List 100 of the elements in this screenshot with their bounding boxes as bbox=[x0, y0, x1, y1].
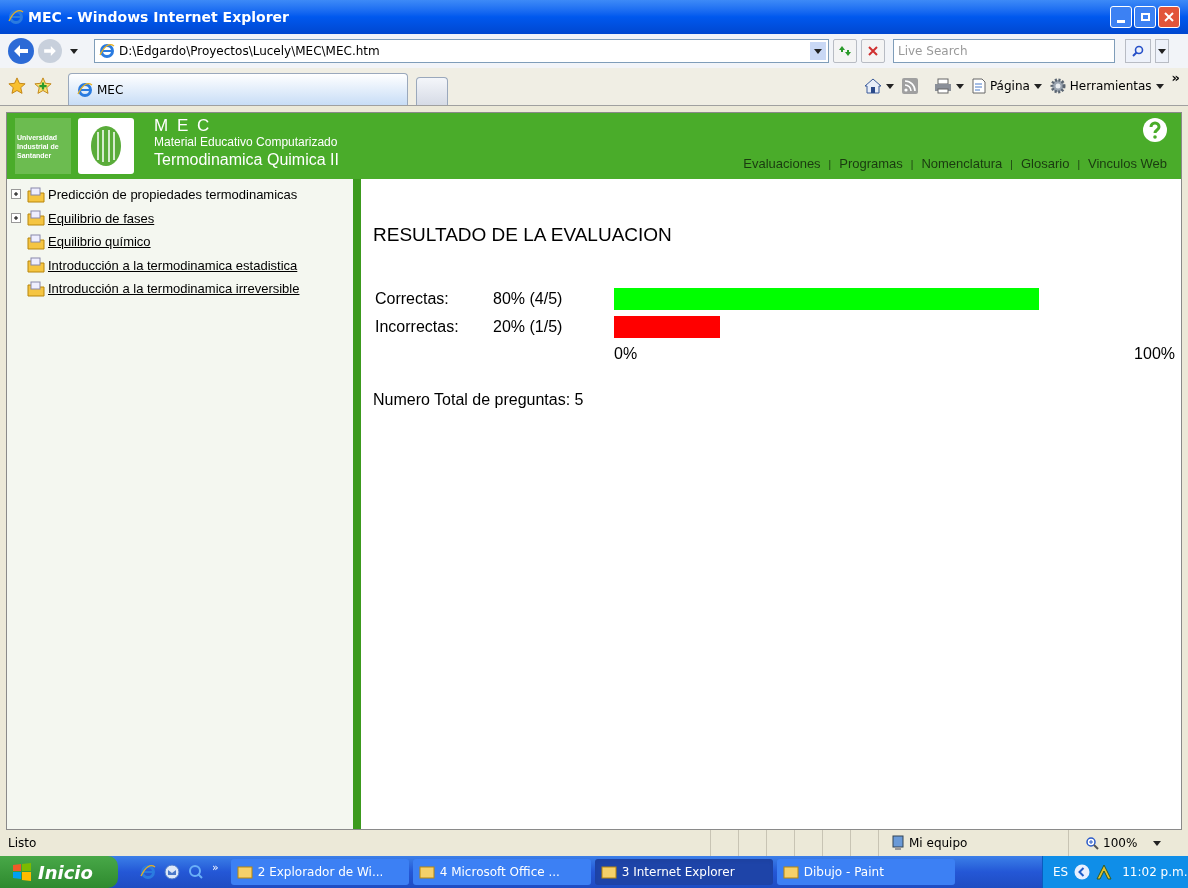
chevron-left-icon[interactable] bbox=[1074, 864, 1091, 880]
uis-logo bbox=[78, 118, 134, 174]
print-button[interactable] bbox=[933, 78, 964, 94]
nav-link[interactable]: Nomenclatura bbox=[921, 153, 1003, 173]
window-icon bbox=[600, 865, 617, 879]
nav-separator: | bbox=[1077, 158, 1080, 173]
expand-icon[interactable] bbox=[11, 189, 22, 201]
quick-launch-more[interactable]: » bbox=[212, 860, 219, 877]
add-favorite-icon[interactable] bbox=[34, 77, 52, 95]
nav-separator: | bbox=[1010, 158, 1013, 173]
taskbar-button[interactable]: 4 Microsoft Office ... bbox=[412, 859, 591, 885]
book-folder-icon bbox=[27, 257, 45, 274]
back-button[interactable] bbox=[8, 38, 34, 64]
caret-icon bbox=[814, 48, 822, 54]
course-title: Termodinamica Quimica II bbox=[154, 150, 339, 170]
book-folder-icon bbox=[27, 280, 45, 297]
back-arrow-icon bbox=[14, 45, 28, 57]
page-icon bbox=[99, 43, 115, 59]
status-text: Listo bbox=[8, 835, 37, 852]
taskbar-button[interactable]: 3 Internet Explorer bbox=[594, 859, 773, 885]
tree-item[interactable]: Equilibrio de fases bbox=[11, 208, 353, 228]
taskbar-button[interactable]: Dibujo - Paint bbox=[776, 859, 955, 885]
computer-icon bbox=[891, 835, 905, 851]
total-questions: Numero Total de preguntas: 5 bbox=[373, 389, 585, 410]
gear-icon bbox=[1049, 78, 1066, 94]
nav-link[interactable]: Programas bbox=[839, 153, 903, 173]
windows-logo-icon bbox=[12, 863, 32, 881]
caret-icon bbox=[1033, 83, 1042, 89]
search-icon[interactable] bbox=[188, 864, 204, 880]
clock: 11:02 p.m. bbox=[1122, 864, 1188, 881]
zoom-icon bbox=[1085, 836, 1099, 850]
nav-link[interactable]: Evaluaciones bbox=[743, 153, 821, 173]
tree-item[interactable]: Introducción a la termodinamica estadistica bbox=[11, 255, 353, 275]
tools-menu-button[interactable]: Herramientas bbox=[1049, 77, 1164, 95]
scale-max-label: 100% bbox=[1134, 343, 1175, 364]
printer-icon bbox=[933, 78, 952, 94]
result-value: 20% (1/5) bbox=[493, 316, 564, 337]
close-button[interactable] bbox=[1158, 6, 1180, 28]
nav-link[interactable]: Vinculos Web bbox=[1088, 153, 1167, 173]
page-icon bbox=[971, 78, 986, 94]
search-button[interactable] bbox=[1125, 39, 1151, 63]
caret-icon bbox=[1155, 83, 1164, 89]
tray-app-icon[interactable] bbox=[1096, 864, 1113, 880]
caret-icon bbox=[70, 48, 78, 54]
window-title: MEC - Windows Internet Explorer bbox=[28, 7, 289, 27]
caret-icon bbox=[955, 83, 964, 89]
tree-item[interactable]: Equilibrio químico bbox=[11, 232, 353, 252]
window-icon bbox=[236, 865, 253, 879]
refresh-icon bbox=[838, 45, 852, 57]
window-icon bbox=[782, 865, 799, 879]
search-field[interactable]: Live Search bbox=[893, 39, 1115, 63]
help-icon[interactable] bbox=[1143, 118, 1167, 142]
favorites-star-icon[interactable] bbox=[8, 77, 26, 95]
forward-arrow-icon bbox=[44, 46, 56, 56]
page-icon bbox=[77, 81, 93, 98]
caret-icon bbox=[1158, 48, 1166, 54]
scale-min-label: 0% bbox=[614, 343, 638, 364]
feed-icon[interactable] bbox=[901, 78, 918, 94]
result-label: Correctas: bbox=[374, 288, 450, 309]
search-options-button[interactable] bbox=[1155, 39, 1169, 63]
result-label: Incorrectas: bbox=[374, 316, 460, 337]
book-folder-icon bbox=[27, 210, 45, 227]
minimize-button[interactable] bbox=[1110, 6, 1132, 28]
browser-tab[interactable]: MEC bbox=[68, 73, 408, 105]
book-folder-icon bbox=[27, 186, 45, 203]
address-field[interactable]: D:\Edgardo\Proyectos\Lucely\MEC\MEC.htm bbox=[94, 39, 829, 63]
result-title: RESULTADO DE LA EVALUACION bbox=[373, 223, 673, 247]
nav-separator: | bbox=[828, 158, 832, 173]
expand-icon[interactable] bbox=[11, 212, 22, 224]
page-menu-button[interactable]: Página bbox=[971, 77, 1042, 95]
stop-button[interactable] bbox=[861, 39, 885, 63]
browser-icon bbox=[8, 9, 24, 25]
book-folder-icon bbox=[27, 233, 45, 250]
window-icon bbox=[418, 865, 435, 879]
nav-separator: | bbox=[910, 158, 914, 173]
home-button[interactable] bbox=[863, 78, 894, 94]
restore-button[interactable] bbox=[1134, 6, 1156, 28]
home-icon bbox=[863, 78, 882, 94]
zone-text: Mi equipo bbox=[909, 835, 968, 852]
caret-icon bbox=[1153, 840, 1162, 846]
browser-icon bbox=[140, 864, 156, 880]
nav-link[interactable]: Glosario bbox=[1020, 153, 1070, 173]
tree-item[interactable]: Introducción a la termodinamica irreversible bbox=[11, 279, 353, 299]
tree-item[interactable]: Predicción de propiedades termodinamicas bbox=[11, 185, 353, 205]
more-commands-button[interactable]: » bbox=[1171, 68, 1180, 88]
result-value: 80% (4/5) bbox=[493, 288, 564, 309]
email-icon[interactable] bbox=[164, 864, 180, 880]
minimize-icon bbox=[1117, 20, 1125, 23]
restore-icon bbox=[1140, 13, 1150, 21]
taskbar-button[interactable]: 2 Explorador de Wi... bbox=[230, 859, 409, 885]
app-subtitle: Material Educativo Computarizado bbox=[154, 134, 339, 150]
refresh-button[interactable] bbox=[833, 39, 857, 63]
caret-icon bbox=[885, 83, 894, 89]
new-tab-button[interactable] bbox=[416, 77, 448, 105]
search-icon bbox=[1132, 45, 1144, 57]
stop-icon bbox=[868, 46, 878, 56]
close-icon bbox=[1164, 12, 1174, 22]
start-button[interactable]: Inicio bbox=[0, 856, 118, 888]
address-dropdown[interactable] bbox=[810, 42, 826, 60]
app-title: M E C bbox=[154, 118, 213, 134]
